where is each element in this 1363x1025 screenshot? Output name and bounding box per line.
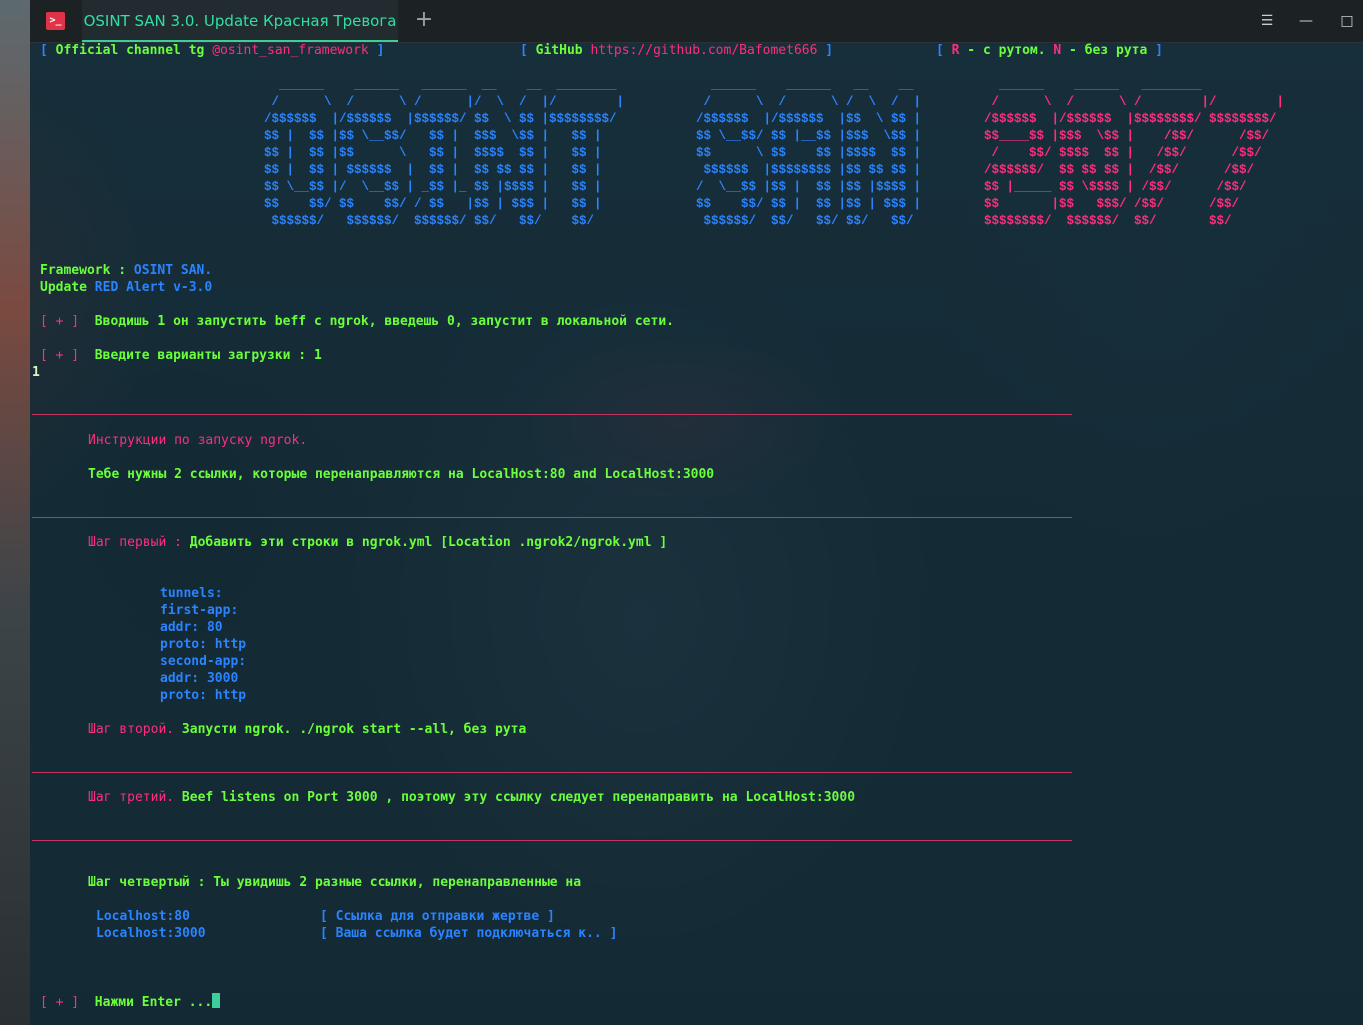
menu-icon[interactable]: ☰ (1247, 0, 1287, 42)
yaml-line: proto: http (160, 637, 247, 652)
divider (32, 772, 1072, 773)
step1-text: Добавить эти строки в ngrok.yml [Locatio… (189, 535, 668, 550)
bracket: [ (936, 43, 944, 58)
step2-text: Запусти ngrok. ./ngrok start --all, без … (181, 722, 527, 737)
user-input-echo: 1 (32, 365, 40, 380)
update-value: RED Alert v-3.0 (94, 280, 213, 295)
link-description: [ Ссылка для отправки жертве ] (320, 909, 555, 924)
mode-n-text: - без рута (1061, 43, 1148, 58)
text-cursor[interactable] (212, 993, 221, 1008)
instructions-title: Инструкции по запуску ngrok. (88, 433, 308, 448)
header-line: [ Official channel tg @osint_san_framewo… (40, 42, 384, 59)
press-enter-text: Нажми Enter ... (94, 995, 213, 1010)
need-links-text: Тебе нужны 2 ссылки, которые перенаправл… (88, 467, 715, 482)
divider (32, 517, 1072, 518)
yaml-line: second-app: (160, 654, 247, 669)
yaml-line: addr: 3000 (160, 671, 239, 686)
plus-marker: [ + ] (40, 348, 80, 363)
divider (32, 414, 1072, 415)
channel-handle[interactable]: @osint_san_framework (212, 43, 369, 58)
tab-bar: >_ OSINT SAN 3.0. Update Красная Тревога… (30, 0, 1363, 43)
step2-label: Шаг второй. (88, 722, 182, 737)
prompt-choice: [ + ] Введите варианты загрузки : 1 (40, 347, 322, 364)
final-prompt: [ + ] Нажми Enter ... (40, 993, 221, 1011)
mode-line: [ R - с рутом. N - без рута ] (936, 42, 1163, 59)
update-line: Update RED Alert v-3.0 (40, 279, 212, 296)
framework-label: Framework : (40, 263, 134, 278)
terminal-window[interactable]: >_ OSINT SAN 3.0. Update Красная Тревога… (30, 0, 1363, 1025)
bracket: ] (825, 43, 834, 58)
step4-text: Шаг четвертый : Ты увидишь 2 разные ссыл… (88, 875, 582, 890)
framework-value: OSINT SAN. (133, 263, 213, 278)
plus-marker: [ + ] (40, 995, 80, 1010)
new-tab-button[interactable]: + (408, 0, 440, 42)
step2-line: Шаг второй. Запусти ngrok. ./ngrok start… (88, 721, 526, 738)
ascii-banner-san: ______ ______ __ __ / \ / \ / \ / | /$$$… (696, 78, 922, 228)
desktop-edge (0, 0, 30, 1025)
step3-line: Шаг третий. Beef listens on Port 3000 , … (88, 789, 855, 806)
ascii-banner-207: ______ ______ ________ / \ / \ / |/ | /$… (984, 78, 1285, 228)
update-label: Update (40, 280, 95, 295)
yaml-line: addr: 80 (160, 620, 223, 635)
yaml-line: tunnels: (160, 586, 223, 601)
tab-osint-san[interactable]: OSINT SAN 3.0. Update Красная Тревога (82, 0, 398, 42)
yaml-line: first-app: (160, 603, 239, 618)
link-description: [ Ваша ссылка будет подключаться к.. ] (320, 926, 618, 941)
step1-line: Шаг первый : Добавить эти строки в ngrok… (88, 534, 667, 551)
channel-label: Official channel tg (55, 43, 205, 58)
prompt-hint: [ + ] Вводишь 1 он запустить beff с ngro… (40, 313, 674, 330)
link-host: Localhost:80 (96, 909, 190, 924)
mode-r-text: - с рутом. (959, 43, 1046, 58)
maximize-button[interactable]: □ (1327, 0, 1363, 42)
github-url[interactable]: https://github.com/Bafomet666 (590, 43, 817, 58)
bracket: ] (1155, 43, 1163, 58)
hint-text: Вводишь 1 он запустить beff с ngrok, вве… (94, 314, 674, 329)
ascii-banner-osint: ______ ______ ______ __ __ ________ / \ … (264, 78, 625, 228)
bracket: [ (40, 43, 48, 58)
bracket: ] (376, 43, 385, 58)
framework-line: Framework : OSINT SAN. (40, 262, 212, 279)
yaml-line: proto: http (160, 688, 247, 703)
github-line: [ GitHub https://github.com/Bafomet666 ] (520, 42, 833, 59)
bracket: [ (520, 43, 528, 58)
divider (32, 840, 1072, 841)
step1-label: Шаг первый : (88, 535, 190, 550)
step3-label: Шаг третий. (88, 790, 182, 805)
choice-text: Введите варианты загрузки : 1 (94, 348, 322, 363)
minimize-button[interactable]: — (1286, 0, 1326, 42)
github-label: GitHub (535, 43, 583, 58)
step3-text: Beef listens on Port 3000 , поэтому эту … (181, 790, 856, 805)
terminal-app-icon[interactable]: >_ (46, 12, 65, 30)
link-host: Localhost:3000 (96, 926, 206, 941)
plus-marker: [ + ] (40, 314, 80, 329)
